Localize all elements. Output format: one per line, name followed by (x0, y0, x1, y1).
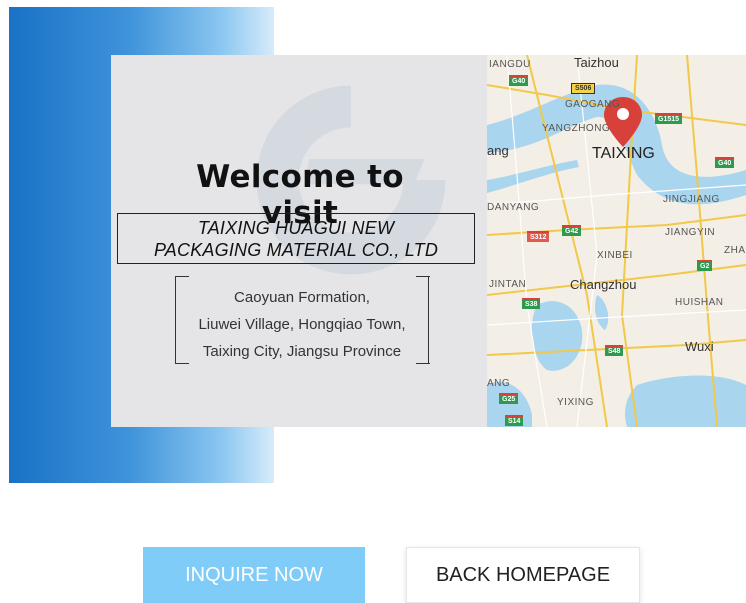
road-shield: G25 (499, 393, 519, 404)
road-shield: S312 (527, 231, 550, 242)
map-label-changzhou: Changzhou (570, 277, 637, 292)
map-label-gaogang: GAOGANG (565, 99, 621, 110)
road-shield: G42 (562, 225, 582, 236)
company-name-line-1: TAIXING HUAGUI NEW (197, 217, 395, 238)
map-marker-label-taixing: TAIXING (592, 145, 655, 162)
address-line-3: Taixing City, Jiangsu Province (202, 343, 402, 360)
road-shield: S38 (522, 298, 541, 309)
address-block: Caoyuan Formation, Liuwei Village, Hongq… (174, 276, 430, 364)
map-label-ang-south: ANG (487, 378, 511, 389)
map-label-xinbei: XINBEI (597, 250, 633, 261)
map-label-iangdu: IANGDU (489, 59, 531, 70)
map-label-yixing: YIXING (557, 397, 594, 408)
road-shield: S506 (571, 83, 596, 94)
map-label-wuxi: Wuxi (685, 339, 714, 354)
map-label-jintan: JINTAN (489, 279, 527, 290)
map-label-zha: ZHA (724, 245, 746, 256)
road-shield: S14 (505, 415, 524, 426)
road-shield: G2 (697, 260, 713, 271)
map-label-yangzhong: YANGZHONG (542, 123, 611, 134)
road-shield: G40 (715, 157, 735, 168)
road-shield: G1515 (655, 113, 683, 124)
back-homepage-button[interactable]: BACK HOMEPAGE (406, 547, 640, 603)
inquire-now-button[interactable]: INQUIRE NOW (143, 547, 365, 603)
map-label-danyang: DANYANG (487, 202, 540, 213)
contact-card: Welcome to visit TAIXING HUAGUI NEW PACK… (111, 55, 746, 427)
map-label-taizhou: Taizhou (574, 55, 619, 70)
location-map[interactable]: Taizhou IANGDU GAOGANG YANGZHONG ang TAI… (487, 55, 746, 427)
map-graphics (487, 55, 746, 427)
map-label-huishan: HUISHAN (675, 297, 724, 308)
address-line-2: Liuwei Village, Hongqiao Town, (198, 316, 406, 333)
road-shield: G40 (509, 75, 529, 86)
map-label-jiangyin: JIANGYIN (665, 227, 716, 238)
company-name-line-2: PACKAGING MATERIAL CO., LTD (153, 239, 439, 260)
address-line-1: Caoyuan Formation, (234, 289, 370, 306)
road-shield: S48 (605, 345, 624, 356)
map-label-jingjiang: JINGJIANG (663, 194, 720, 205)
company-name-box: TAIXING HUAGUI NEW PACKAGING MATERIAL CO… (117, 213, 475, 264)
map-label-ang: ang (487, 143, 509, 158)
